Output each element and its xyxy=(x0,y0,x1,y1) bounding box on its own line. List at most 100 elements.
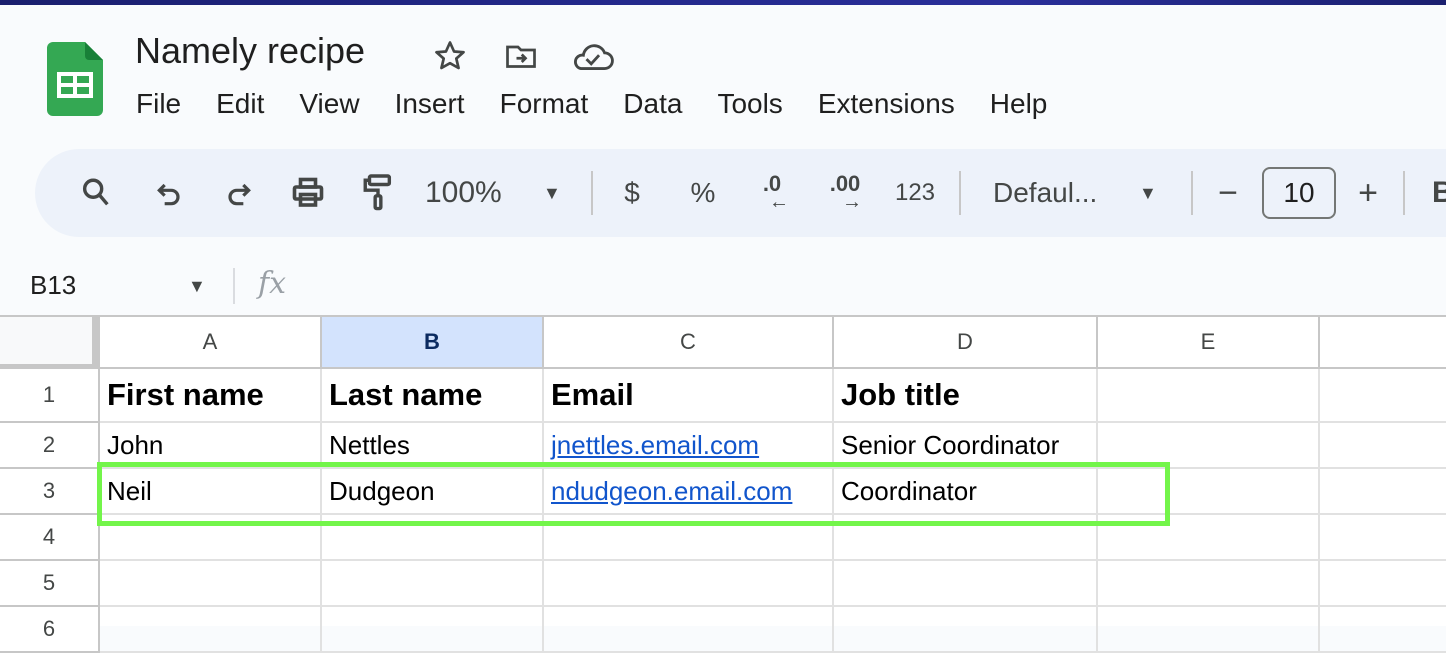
row-header-4[interactable]: 4 xyxy=(0,515,100,561)
undo-icon xyxy=(157,183,180,206)
cell-b6[interactable] xyxy=(322,607,544,653)
cell-f5[interactable] xyxy=(1320,561,1446,607)
cell-c4[interactable] xyxy=(544,515,834,561)
cell-a1[interactable]: First name xyxy=(100,369,322,423)
cell-c6[interactable] xyxy=(544,607,834,653)
cell-e4[interactable] xyxy=(1098,515,1320,561)
row-header-3[interactable]: 3 xyxy=(0,469,100,515)
cell-e2[interactable] xyxy=(1098,423,1320,469)
cell-d3[interactable]: Coordinator xyxy=(834,469,1098,515)
format-currency-button[interactable]: $ xyxy=(612,149,652,237)
search-menus-button[interactable] xyxy=(74,149,118,237)
menu-insert[interactable]: Insert xyxy=(395,88,465,120)
menu-format[interactable]: Format xyxy=(500,88,589,120)
cell-d4[interactable] xyxy=(834,515,1098,561)
percent-icon: % xyxy=(690,177,716,208)
menu-edit[interactable]: Edit xyxy=(216,88,264,120)
decrease-decimal-button[interactable]: .0 ← xyxy=(750,149,794,237)
cell-a6[interactable] xyxy=(100,607,322,653)
cell-a2[interactable]: John xyxy=(100,423,322,469)
cell-e5[interactable] xyxy=(1098,561,1320,607)
paint-format-icon xyxy=(363,174,392,211)
select-all-corner[interactable] xyxy=(0,317,100,369)
column-header-c[interactable]: C xyxy=(544,317,834,369)
toolbar-divider xyxy=(1403,171,1405,215)
move-to-folder-icon[interactable] xyxy=(502,38,540,74)
paint-format-button[interactable] xyxy=(356,149,400,237)
cell-b1[interactable]: Last name xyxy=(322,369,544,423)
cell-a4[interactable] xyxy=(100,515,322,561)
cell-a5[interactable] xyxy=(100,561,322,607)
star-icon[interactable] xyxy=(432,38,468,74)
bold-icon: B xyxy=(1432,176,1446,209)
cell-f2[interactable] xyxy=(1320,423,1446,469)
font-select[interactable]: Defaul... ▼ xyxy=(993,149,1163,237)
cell-c1[interactable]: Email xyxy=(544,369,834,423)
column-header-f[interactable]: F xyxy=(1320,317,1446,369)
row-header-2[interactable]: 2 xyxy=(0,423,100,469)
cell-b5[interactable] xyxy=(322,561,544,607)
decrease-font-size-button[interactable]: − xyxy=(1210,149,1246,237)
cell-c2[interactable]: jnettles.email.com xyxy=(544,423,834,469)
sheets-logo-icon[interactable] xyxy=(47,42,103,116)
toolbar-divider xyxy=(591,171,593,215)
cell-b3[interactable]: Dudgeon xyxy=(322,469,544,515)
arrow-right-icon: → xyxy=(842,191,862,213)
document-title[interactable]: Namely recipe xyxy=(135,30,365,72)
email-link[interactable]: ndudgeon.email.com xyxy=(551,476,792,507)
fx-icon: fx xyxy=(258,266,287,301)
cell-d5[interactable] xyxy=(834,561,1098,607)
cell-f6[interactable] xyxy=(1320,607,1446,653)
menu-extensions[interactable]: Extensions xyxy=(818,88,955,120)
chevron-down-icon[interactable]: ▼ xyxy=(188,276,206,297)
increase-font-size-button[interactable]: + xyxy=(1350,149,1386,237)
menu-view[interactable]: View xyxy=(299,88,359,120)
arrow-left-icon: ← xyxy=(769,191,789,213)
font-size-input[interactable]: 10 xyxy=(1262,167,1336,219)
cell-b4[interactable] xyxy=(322,515,544,561)
search-icon xyxy=(82,178,109,206)
row-header-1[interactable]: 1 xyxy=(0,369,100,423)
name-box[interactable]: B13 xyxy=(30,270,76,301)
email-link[interactable]: jnettles.email.com xyxy=(551,430,759,461)
cell-f3[interactable] xyxy=(1320,469,1446,515)
cell-a3[interactable]: Neil xyxy=(100,469,322,515)
formula-divider xyxy=(233,268,235,304)
cell-f1[interactable] xyxy=(1320,369,1446,423)
plus-icon: + xyxy=(1358,173,1378,212)
column-header-b[interactable]: B xyxy=(322,317,544,369)
zoom-select[interactable]: 100% ▼ xyxy=(425,149,575,237)
menu-file[interactable]: File xyxy=(136,88,181,120)
format-percent-button[interactable]: % xyxy=(683,149,723,237)
minus-icon: − xyxy=(1218,173,1238,212)
font-size-value: 10 xyxy=(1283,177,1315,208)
row-header-5[interactable]: 5 xyxy=(0,561,100,607)
cloud-saved-icon[interactable] xyxy=(570,38,614,74)
increase-decimal-button[interactable]: .00 → xyxy=(820,149,870,237)
cell-f4[interactable] xyxy=(1320,515,1446,561)
spreadsheet-grid: ABCDEF 1First nameLast nameEmailJob title… xyxy=(0,317,1446,653)
column-header-e[interactable]: E xyxy=(1098,317,1320,369)
menu-tools[interactable]: Tools xyxy=(717,88,782,120)
cell-e3[interactable] xyxy=(1098,469,1320,515)
print-button[interactable] xyxy=(286,149,330,237)
cell-d1[interactable]: Job title xyxy=(834,369,1098,423)
cell-c5[interactable] xyxy=(544,561,834,607)
formula-input[interactable] xyxy=(305,262,1446,310)
cell-e1[interactable] xyxy=(1098,369,1320,423)
cell-c3[interactable]: ndudgeon.email.com xyxy=(544,469,834,515)
column-header-a[interactable]: A xyxy=(100,317,322,369)
undo-button[interactable] xyxy=(148,149,192,237)
more-formats-button[interactable]: 123 xyxy=(890,149,940,237)
cell-d6[interactable] xyxy=(834,607,1098,653)
cell-b2[interactable]: Nettles xyxy=(322,423,544,469)
cell-d2[interactable]: Senior Coordinator xyxy=(834,423,1098,469)
row-header-6[interactable]: 6 xyxy=(0,607,100,653)
column-header-d[interactable]: D xyxy=(834,317,1098,369)
redo-button[interactable] xyxy=(216,149,260,237)
cell-e6[interactable] xyxy=(1098,607,1320,653)
menu-help[interactable]: Help xyxy=(990,88,1048,120)
menu-data[interactable]: Data xyxy=(623,88,682,120)
bold-button[interactable]: B xyxy=(1432,149,1446,237)
number-format-label: 123 xyxy=(894,179,936,206)
